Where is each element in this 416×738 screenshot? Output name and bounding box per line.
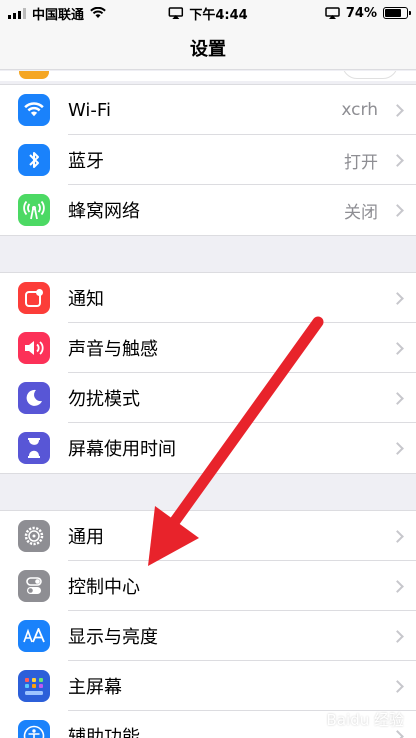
row-label: 显示与亮度: [68, 627, 158, 648]
settings-group-general: 通用 控制中心 显示与亮度 主屏幕 辅助功能: [0, 510, 416, 738]
nav-bar: 设置: [0, 26, 416, 70]
chevron-right-icon: [391, 729, 404, 738]
chevron-right-icon: [391, 391, 404, 405]
chevron-right-icon: [391, 679, 404, 693]
partial-row-toggle: [342, 71, 398, 79]
row-screen-time[interactable]: 屏幕使用时间: [0, 423, 416, 473]
accessibility-icon: [18, 720, 50, 738]
row-sounds[interactable]: 声音与触感: [0, 323, 416, 373]
chevron-right-icon: [391, 291, 404, 305]
chevron-right-icon: [391, 153, 404, 167]
wifi-icon: [18, 94, 50, 126]
row-value: xcrh: [341, 100, 378, 120]
row-do-not-disturb[interactable]: 勿扰模式: [0, 373, 416, 423]
row-label: 声音与触感: [68, 339, 158, 360]
row-value: 关闭: [344, 202, 378, 223]
partial-row-icon: [19, 71, 49, 79]
notifications-icon: [18, 282, 50, 314]
wifi-status-icon: [90, 7, 106, 18]
settings-group-connectivity: Wi-Fi xcrh 蓝牙 打开 蜂窝网络 关闭: [0, 84, 416, 236]
carrier-name: 中国联通: [32, 7, 85, 23]
sound-icon: [18, 332, 50, 364]
signal-icon: [8, 7, 26, 19]
screen-mirror-icon: [168, 7, 184, 19]
row-home-screen[interactable]: 主屏幕: [0, 661, 416, 711]
row-wifi[interactable]: Wi-Fi xcrh: [0, 85, 416, 135]
switches-icon: [18, 570, 50, 602]
cellular-icon: [18, 194, 50, 226]
row-label: 主屏幕: [68, 677, 122, 698]
row-label: 蜂窝网络: [68, 201, 140, 222]
row-label: 辅助功能: [68, 727, 140, 738]
status-center: 下午4:44: [168, 4, 248, 23]
row-cellular[interactable]: 蜂窝网络 关闭: [0, 185, 416, 235]
chevron-right-icon: [391, 203, 404, 217]
row-bluetooth[interactable]: 蓝牙 打开: [0, 135, 416, 185]
row-label: Wi-Fi: [68, 99, 111, 121]
battery-percent: 74%: [345, 5, 377, 21]
chevron-right-icon: [391, 579, 404, 593]
row-label: 勿扰模式: [68, 389, 140, 410]
status-bar: 中国联通 下午4:44 74%: [0, 0, 416, 26]
chevron-right-icon: [391, 341, 404, 355]
row-value: 打开: [344, 152, 378, 173]
home-screen-icon: [18, 670, 50, 702]
page-title: 设置: [190, 38, 226, 60]
partial-row: [0, 71, 416, 81]
settings-group-notifications: 通知 声音与触感 勿扰模式 屏幕使用时间: [0, 272, 416, 474]
screen-mirror-icon-right: [325, 7, 340, 19]
status-right: 74%: [325, 5, 411, 21]
row-label: 控制中心: [68, 577, 140, 598]
bluetooth-icon: [18, 144, 50, 176]
row-label: 通知: [68, 289, 104, 310]
chevron-right-icon: [391, 103, 404, 117]
status-left: 中国联通: [8, 4, 106, 23]
row-notifications[interactable]: 通知: [0, 273, 416, 323]
row-general[interactable]: 通用: [0, 511, 416, 561]
hourglass-icon: [18, 432, 50, 464]
row-control-center[interactable]: 控制中心: [0, 561, 416, 611]
clock: 下午4:44: [189, 7, 248, 23]
row-label: 屏幕使用时间: [68, 439, 176, 460]
row-display-brightness[interactable]: 显示与亮度: [0, 611, 416, 661]
battery-icon: [383, 7, 411, 19]
moon-icon: [18, 382, 50, 414]
chevron-right-icon: [391, 629, 404, 643]
chevron-right-icon: [391, 529, 404, 543]
gear-icon: [18, 520, 50, 552]
chevron-right-icon: [391, 441, 404, 455]
display-icon: [18, 620, 50, 652]
watermark: Baidu 经验: [326, 711, 404, 729]
row-label: 蓝牙: [68, 151, 104, 172]
row-label: 通用: [68, 527, 104, 548]
